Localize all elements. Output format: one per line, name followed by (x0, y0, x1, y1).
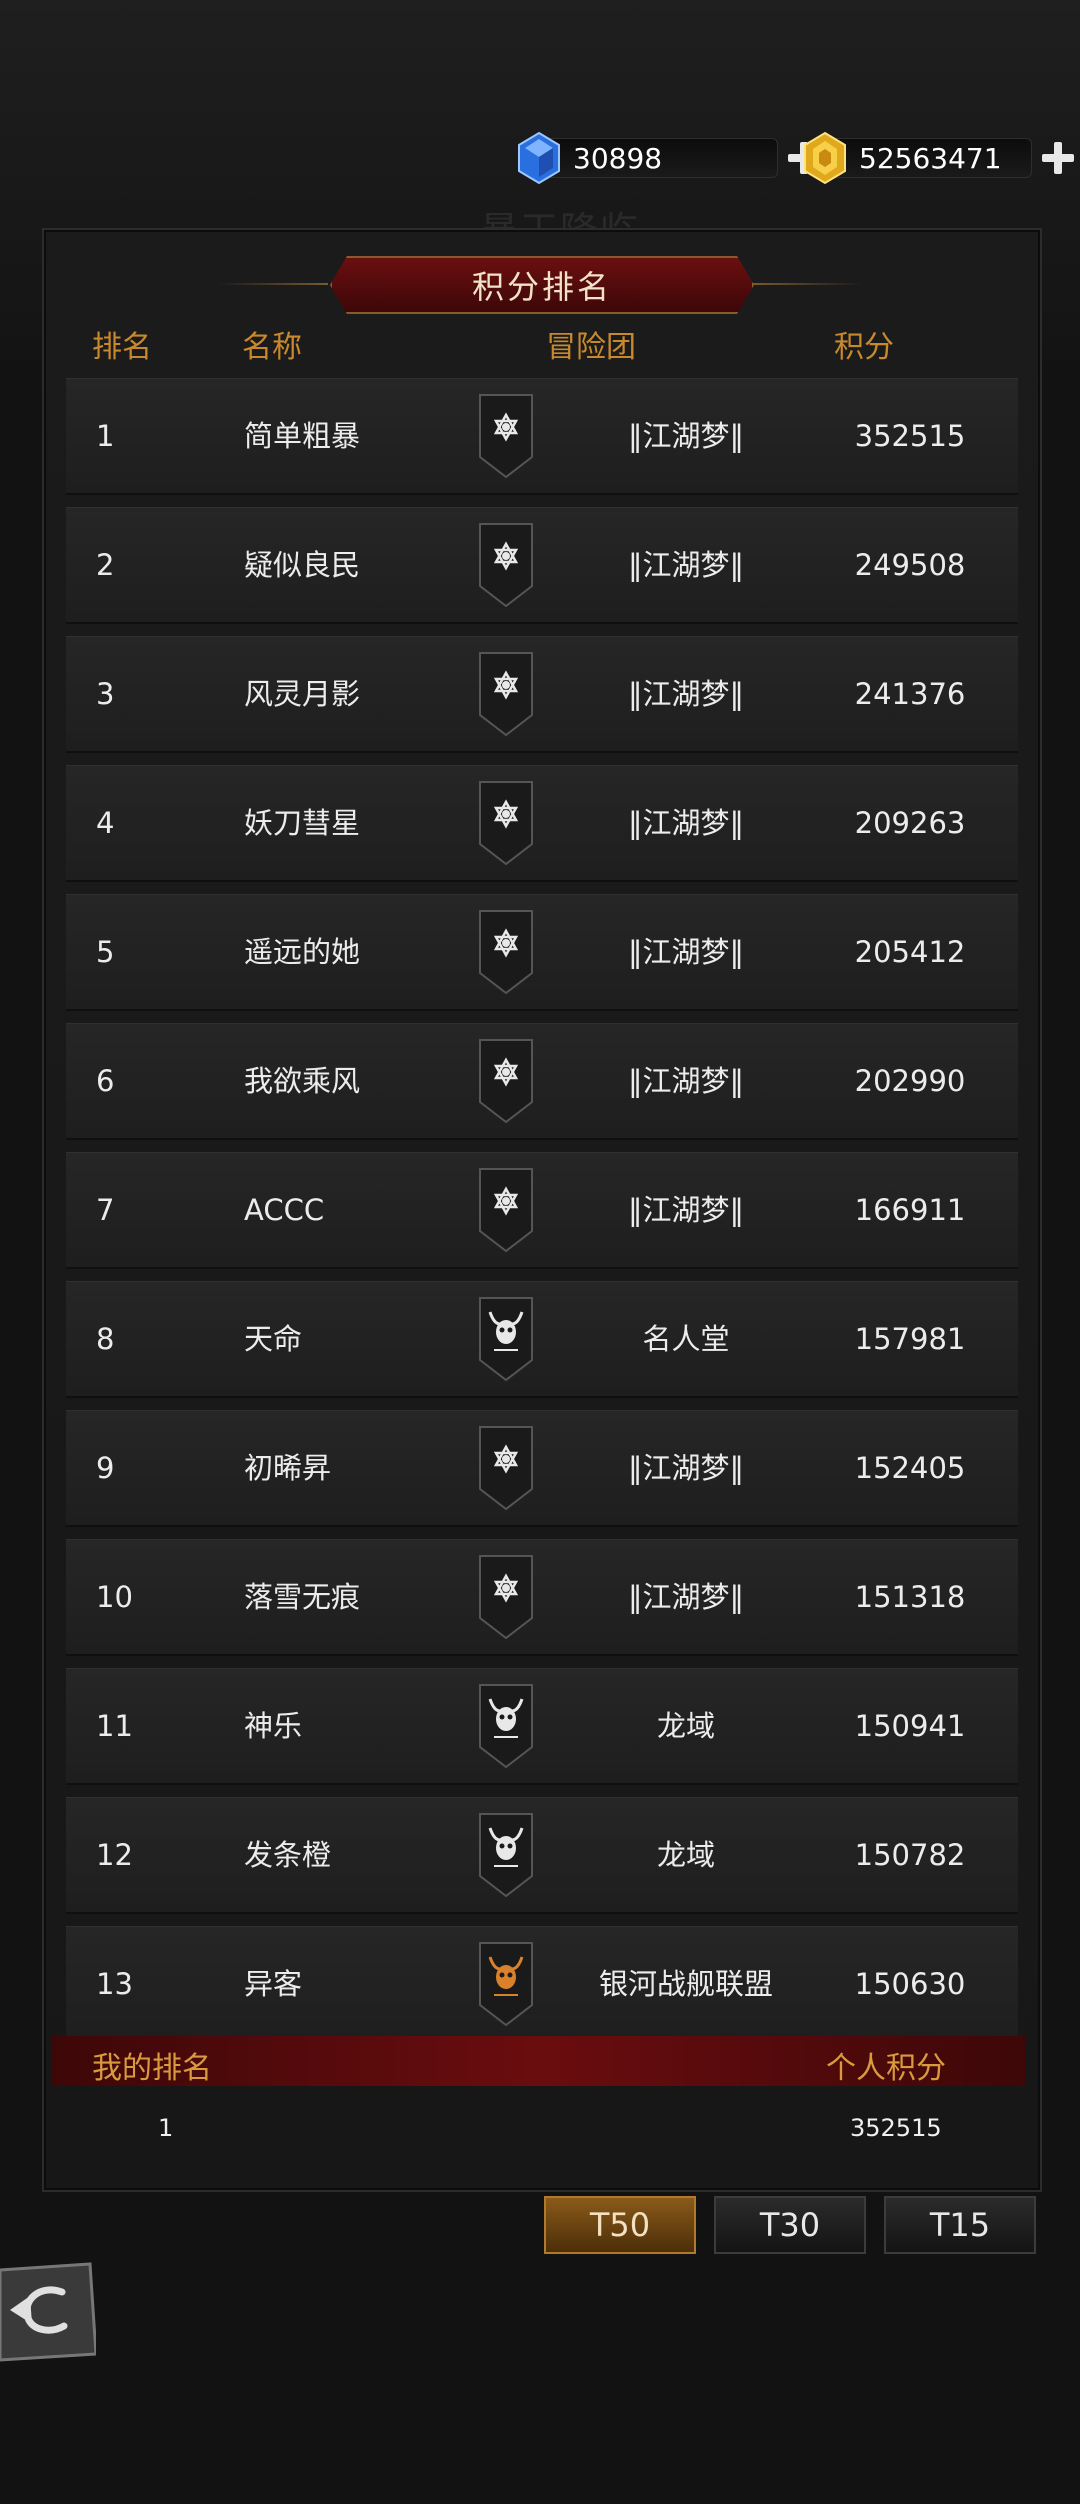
rank-number: 6 (96, 1064, 115, 1098)
gem-amount: 30898 (573, 141, 663, 175)
add-gold-button[interactable] (1040, 140, 1076, 176)
rank-number: 12 (96, 1838, 133, 1872)
ranking-row[interactable]: 13 异客 银河战舰联盟 150630 (66, 1926, 1018, 2043)
player-score: 166911 (854, 1193, 966, 1227)
rank-number: 5 (96, 935, 115, 969)
player-name: 天命 (244, 1322, 303, 1356)
player-score: 202990 (854, 1064, 966, 1098)
back-arrow-icon[interactable] (0, 2262, 96, 2362)
ranking-row[interactable]: 1 简单粗暴 ‖江湖梦‖ 352515 (66, 378, 1018, 495)
player-score: 157981 (854, 1322, 966, 1356)
gem-counter: 30898 (518, 131, 778, 185)
player-name: 发条橙 (244, 1838, 332, 1872)
bull-skull-icon (479, 1813, 533, 1898)
gold-amount: 52563471 (859, 141, 1002, 175)
player-name: 初晞昇 (244, 1451, 332, 1485)
rank-number: 9 (96, 1451, 115, 1485)
rank-number: 13 (96, 1967, 133, 2001)
player-name: ACCC (244, 1193, 325, 1227)
hexagram-icon (479, 781, 533, 866)
my-rank-bar: 我的排名 个人积分 (52, 2036, 1026, 2086)
ranking-row[interactable]: 6 我欲乘风 ‖江湖梦‖ 202990 (66, 1023, 1018, 1140)
player-score: 151318 (854, 1580, 966, 1614)
ranking-row[interactable]: 8 天命 名人堂 157981 (66, 1281, 1018, 1398)
hexagram-icon (479, 1039, 533, 1124)
ranking-row[interactable]: 4 妖刀彗星 ‖江湖梦‖ 209263 (66, 765, 1018, 882)
ranking-row[interactable]: 2 疑似良民 ‖江湖梦‖ 249508 (66, 507, 1018, 624)
header-team: 冒险团 (546, 330, 636, 365)
rank-number: 4 (96, 806, 115, 840)
hexagram-icon (479, 1426, 533, 1511)
player-score: 150782 (854, 1838, 966, 1872)
table-header: 排名 名称 冒险团 积分 (0, 322, 1080, 366)
rank-number: 10 (96, 1580, 133, 1614)
ranking-title: 积分排名 (330, 256, 754, 314)
rank-number: 3 (96, 677, 115, 711)
gem-currency: 30898 (518, 131, 822, 185)
my-score-value: 352515 (850, 2114, 942, 2142)
hexagram-icon (479, 652, 533, 737)
player-score: 150941 (854, 1709, 966, 1743)
tab-t15[interactable]: T15 (884, 2196, 1036, 2254)
tab-t30[interactable]: T30 (714, 2196, 866, 2254)
player-score: 205412 (854, 935, 966, 969)
hexagram-icon (479, 910, 533, 995)
hexagram-icon (479, 1168, 533, 1253)
player-score: 249508 (854, 548, 966, 582)
player-score: 241376 (854, 677, 966, 711)
player-name: 异客 (244, 1967, 303, 2001)
hexagram-icon (479, 523, 533, 608)
player-score: 150630 (854, 1967, 966, 2001)
player-name: 我欲乘风 (244, 1064, 361, 1098)
player-name: 落雪无痕 (244, 1580, 361, 1614)
bull-skull-icon (479, 1297, 533, 1382)
player-name: 简单粗暴 (244, 419, 361, 453)
ranking-row[interactable]: 12 发条橙 龙域 150782 (66, 1797, 1018, 1914)
ranking-row[interactable]: 7 ACCC ‖江湖梦‖ 166911 (66, 1152, 1018, 1269)
ranking-row[interactable]: 10 落雪无痕 ‖江湖梦‖ 151318 (66, 1539, 1018, 1656)
player-name: 风灵月影 (244, 677, 361, 711)
blue-gem-icon (518, 131, 560, 185)
bull-skull-orange-icon (479, 1942, 533, 2027)
gold-counter: 52563471 (804, 131, 1032, 185)
ranking-row[interactable]: 9 初晞昇 ‖江湖梦‖ 152405 (66, 1410, 1018, 1527)
ranking-row[interactable]: 3 风灵月影 ‖江湖梦‖ 241376 (66, 636, 1018, 753)
ranking-row[interactable]: 11 神乐 龙域 150941 (66, 1668, 1018, 1785)
gold-gem-icon (804, 131, 846, 185)
ranking-row[interactable]: 5 遥远的她 ‖江湖梦‖ 205412 (66, 894, 1018, 1011)
rank-number: 11 (96, 1709, 133, 1743)
player-name: 神乐 (244, 1709, 303, 1743)
header-score: 积分 (834, 330, 894, 365)
gold-currency: 52563471 (804, 131, 1076, 185)
rank-number: 7 (96, 1193, 115, 1227)
player-name: 遥远的她 (244, 935, 361, 969)
my-score-label: 个人积分 (826, 2051, 946, 2086)
my-rank-label: 我的排名 (92, 2051, 212, 2086)
title-ornament-right (752, 283, 862, 285)
player-score: 152405 (854, 1451, 966, 1485)
rank-number: 2 (96, 548, 115, 582)
player-score: 209263 (854, 806, 966, 840)
tab-t50[interactable]: T50 (544, 2196, 696, 2254)
player-name: 疑似良民 (244, 548, 361, 582)
player-score: 352515 (854, 419, 966, 453)
rank-number: 1 (96, 419, 115, 453)
my-rank-value: 1 (158, 2114, 174, 2142)
player-name: 妖刀彗星 (244, 806, 361, 840)
header-rank: 排名 (92, 330, 152, 365)
rank-number: 8 (96, 1322, 115, 1356)
title-ornament-left (218, 283, 328, 285)
bull-skull-icon (479, 1684, 533, 1769)
header-name: 名称 (242, 330, 302, 365)
ranking-list: 1 简单粗暴 ‖江湖梦‖ 352515 2 疑似良民 ‖江湖梦‖ 249508 3 风灵月影 ‖江湖… (66, 378, 1018, 2055)
hexagram-icon (479, 394, 533, 479)
hexagram-icon (479, 1555, 533, 1640)
